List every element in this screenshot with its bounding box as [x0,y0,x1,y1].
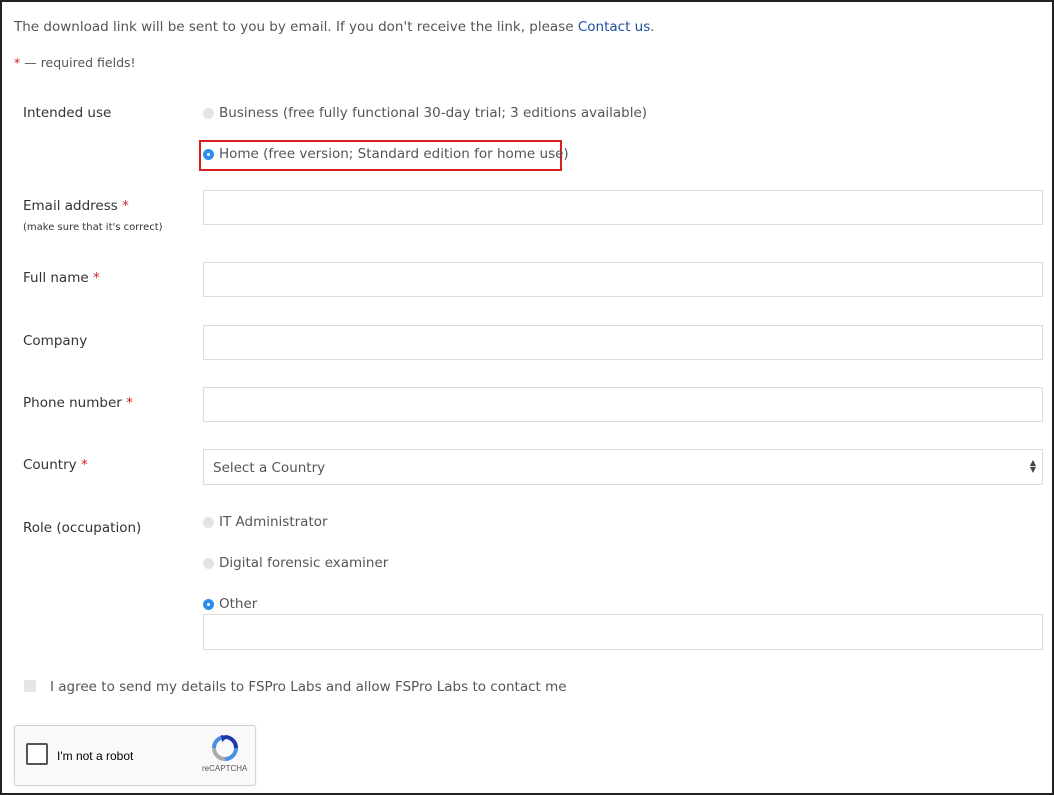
company-field[interactable] [203,325,1043,360]
country-label-text: Country [23,457,77,473]
phone-field[interactable] [203,387,1043,422]
country-label: Country * [23,457,88,473]
full-name-label: Full name * [23,270,100,286]
intro-period: . [650,19,655,35]
email-field[interactable] [203,190,1043,225]
phone-required-star: * [126,395,133,411]
country-select[interactable]: Select a Country ▲ ▼ [203,449,1043,485]
intended-use-home-option[interactable]: Home (free version; Standard edition for… [203,146,569,162]
recaptcha-widget: I'm not a robot reCAPTCHA [14,725,256,786]
required-note-text: — required fields! [20,55,136,70]
select-arrows-icon: ▲ ▼ [1029,458,1036,474]
captcha-checkbox[interactable] [26,743,48,765]
intended-use-business-option[interactable]: Business (free fully functional 30-day t… [203,105,647,121]
role-other-option[interactable]: Other [203,596,257,612]
email-required-star: * [122,198,129,214]
full-name-required-star: * [92,270,100,286]
download-form-page: The download link will be sent to you by… [0,0,1054,795]
home-option-label: Home (free version; Standard edition for… [219,146,569,162]
forensic-label: Digital forensic examiner [219,555,389,571]
radio-home[interactable] [203,148,214,160]
full-name-field[interactable] [203,262,1043,297]
role-it-admin-option[interactable]: IT Administrator [203,514,328,530]
country-required-star: * [80,457,88,473]
required-fields-note: * — required fields! [14,55,136,70]
captcha-label: I'm not a robot [57,749,134,763]
full-name-label-text: Full name [23,270,89,286]
country-selected-value: Select a Country [213,460,326,476]
radio-forensic[interactable] [203,557,214,569]
captcha-brand: reCAPTCHA [202,764,248,773]
it-admin-label: IT Administrator [219,514,328,530]
intro-text: The download link will be sent to you by… [14,19,655,35]
role-label: Role (occupation) [23,520,142,536]
business-option-label: Business (free fully functional 30-day t… [219,105,648,121]
role-other-field[interactable] [203,614,1043,650]
company-label: Company [23,333,88,349]
intro-message: The download link will be sent to you by… [14,19,578,35]
recaptcha-logo-icon [212,735,238,761]
other-label: Other [219,596,258,612]
email-label-text: Email address [23,198,118,214]
radio-it-admin[interactable] [203,516,214,528]
agree-checkbox[interactable] [24,680,36,692]
email-label: Email address * [23,198,129,214]
phone-label: Phone number * [23,395,133,411]
role-forensic-option[interactable]: Digital forensic examiner [203,555,388,571]
contact-us-link[interactable]: Contact us [578,19,650,35]
radio-other[interactable] [203,598,214,610]
email-hint: (make sure that it's correct) [23,222,163,233]
phone-label-text: Phone number [23,395,122,411]
radio-business[interactable] [203,107,214,119]
intended-use-label: Intended use [23,105,112,121]
agree-text: I agree to send my details to FSPro Labs… [50,679,567,695]
